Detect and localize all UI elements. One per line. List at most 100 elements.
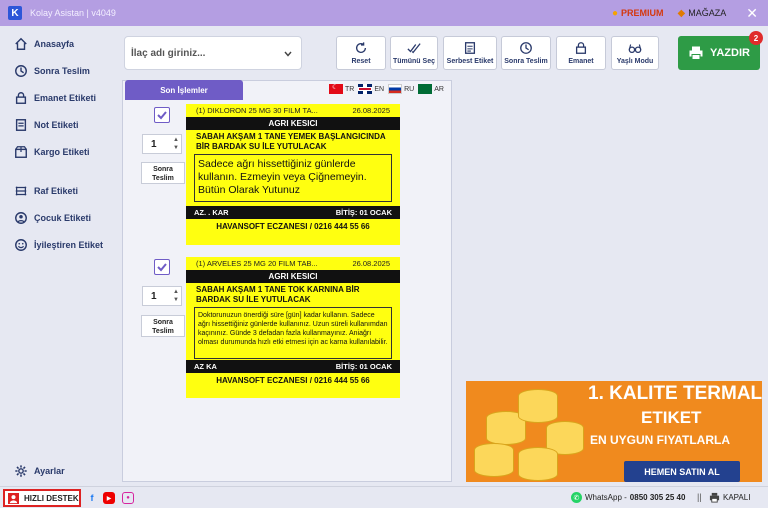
- sidebar-item-cocuk-etiketi[interactable]: Çocuk Etiketi: [14, 211, 91, 225]
- lock-icon: [575, 42, 587, 54]
- label-1-drug-name: (1) DIKLORON 25 MG 30 FILM TA...: [196, 106, 318, 115]
- printer-icon: [709, 492, 720, 503]
- ad-tagline: EN UYGUN FIYATLARLA: [590, 433, 731, 447]
- drug-search-select[interactable]: İlaç adı giriniz...: [124, 36, 302, 70]
- deliver-later-button[interactable]: Sonra Teslim: [501, 36, 551, 70]
- emanet-button[interactable]: Emanet: [556, 36, 606, 70]
- language-switcher: TR EN RU AR: [329, 83, 448, 94]
- reset-button[interactable]: Reset: [336, 36, 386, 70]
- label-1-foot-left: AZ. . KAR: [194, 208, 229, 217]
- instagram-icon[interactable]: ●: [122, 492, 134, 504]
- label-2-drug-name: (1) ARVELES 25 MG 20 FILM TAB...: [196, 259, 318, 268]
- home-icon: [14, 37, 28, 51]
- label-1-pharmacy: HAVANSOFT ECZANESI / 0216 444 55 66: [216, 221, 370, 231]
- store-icon: ◆: [677, 7, 686, 19]
- label-1[interactable]: (1) DIKLORON 25 MG 30 FILM TA... 26.08.2…: [186, 104, 400, 245]
- label-2-checkbox[interactable]: [154, 259, 170, 275]
- label-1-checkbox[interactable]: [154, 107, 170, 123]
- print-count-badge: 2: [749, 31, 763, 45]
- label-1-usage: SABAH AKŞAM 1 TANE YEMEK BAŞLANGICINDA B…: [196, 132, 386, 151]
- stepper-arrows-icon[interactable]: ▲ ▼: [173, 136, 179, 152]
- label-2-note: Doktorunuzun önerdiği süre [gün] kadar k…: [194, 307, 392, 359]
- print-button[interactable]: YAZDIR: [678, 36, 760, 70]
- quick-support-button[interactable]: HIZLI DESTEK: [3, 489, 81, 507]
- label-2-usage: SABAH AKŞAM 1 TANE TOK KARNINA BİR BARDA…: [196, 285, 360, 304]
- child-icon: [14, 211, 28, 225]
- app-title: Kolay Asistan | v4049: [30, 8, 116, 18]
- stepper-arrows-icon[interactable]: ▲ ▼: [173, 288, 179, 304]
- clock-icon: [520, 42, 532, 54]
- elderly-mode-button[interactable]: Yaşlı Modu: [611, 36, 659, 70]
- drug-search-placeholder: İlaç adı giriniz...: [131, 47, 206, 59]
- lang-tr[interactable]: TR: [329, 83, 354, 94]
- check-all-icon: [407, 43, 421, 54]
- lang-ru[interactable]: RU: [388, 84, 414, 94]
- thermal-label-ad[interactable]: 1. KALITE TERMAL ETIKET EN UYGUN FIYATLA…: [466, 381, 762, 482]
- lock-icon: [14, 91, 28, 105]
- lang-en[interactable]: EN: [358, 84, 384, 94]
- sidebar-item-kargo-etiketi[interactable]: Kargo Etiketi: [14, 145, 90, 159]
- label-2-pharmacy: HAVANSOFT ECZANESI / 0216 444 55 66: [216, 375, 370, 385]
- store-link[interactable]: ◆ MAĞAZA: [678, 8, 727, 19]
- label-2-date: 26.08.2025: [352, 259, 390, 268]
- label-1-expiry: BİTİŞ: 01 OCAK: [335, 208, 392, 217]
- lang-ar[interactable]: AR: [418, 84, 444, 94]
- close-icon[interactable]: ✕: [746, 5, 758, 22]
- label-2-sonra-teslim-button[interactable]: Sonra Teslim: [141, 315, 185, 337]
- support-icon: [8, 492, 19, 504]
- smile-icon: [14, 238, 28, 252]
- check-icon: [157, 111, 167, 120]
- label-1-quantity-stepper[interactable]: 1 ▲ ▼: [142, 134, 182, 154]
- clock-icon: [14, 64, 28, 78]
- sidebar-item-anasayfa[interactable]: Anasayfa: [14, 37, 74, 51]
- gear-icon: [14, 464, 28, 478]
- label-1-sonra-teslim-button[interactable]: Sonra Teslim: [141, 162, 185, 184]
- youtube-icon[interactable]: ▶: [103, 492, 115, 504]
- whatsapp-icon: ✆: [571, 492, 582, 503]
- check-icon: [157, 263, 167, 272]
- sidebar-item-emanet-etiketi[interactable]: Emanet Etiketi: [14, 91, 96, 105]
- label-roll-icon: [474, 443, 514, 477]
- sidebar: Anasayfa Sonra Teslim Emanet Etiketi Not…: [0, 26, 118, 484]
- tab-son-islemler[interactable]: Son İşlemler: [125, 80, 243, 100]
- label-2-quantity-stepper[interactable]: 1 ▲ ▼: [142, 286, 182, 306]
- status-bar: HIZLI DESTEK f ▶ ● ✆ WhatsApp - 0850 305…: [0, 486, 768, 508]
- label-2-expiry: BİTİŞ: 01 OCAK: [335, 362, 392, 371]
- ad-headline: 1. KALITE TERMAL: [588, 383, 762, 404]
- sidebar-item-not-etiketi[interactable]: Not Etiketi: [14, 118, 79, 132]
- label-2[interactable]: (1) ARVELES 25 MG 20 FILM TAB... 26.08.2…: [186, 257, 400, 398]
- flag-tr-icon: [329, 83, 343, 94]
- label-1-note: Sadece ağrı hissettiğiniz günlerde kulla…: [194, 154, 392, 202]
- label-1-category: AGRI KESICI: [186, 117, 400, 130]
- free-label-button[interactable]: Serbest Etiket: [443, 36, 497, 70]
- label-2-category: AGRI KESICI: [186, 270, 400, 283]
- sidebar-item-sonra-teslim[interactable]: Sonra Teslim: [14, 64, 90, 78]
- label-1-date: 26.08.2025: [352, 106, 390, 115]
- label-roll-icon: [518, 447, 558, 481]
- select-all-button[interactable]: Tümünü Seç: [390, 36, 438, 70]
- cargo-icon: [14, 145, 28, 159]
- premium-icon: ●: [612, 7, 619, 19]
- label-roll-icon: [518, 389, 558, 423]
- shelf-icon: [14, 184, 28, 198]
- note-icon: [14, 118, 28, 132]
- flag-ru-icon: [388, 84, 403, 94]
- document-icon: [464, 42, 476, 54]
- printer-icon: [689, 46, 703, 60]
- label-2-foot-left: AZ KA: [194, 362, 217, 371]
- ad-buy-button[interactable]: HEMEN SATIN AL: [624, 461, 740, 482]
- sidebar-item-iyilestiren-etiket[interactable]: İyileştiren Etiket: [14, 238, 103, 252]
- title-bar: K Kolay Asistan | v4049 ● PREMIUM ◆ MAĞA…: [0, 0, 768, 26]
- ad-subheadline: ETIKET: [641, 408, 702, 427]
- app-logo: K: [8, 6, 22, 20]
- refresh-icon: [355, 42, 367, 54]
- sidebar-item-raf-etiketi[interactable]: Raf Etiketi: [14, 184, 78, 198]
- printer-status[interactable]: KAPALI: [709, 492, 750, 503]
- flag-ar-icon: [418, 84, 433, 94]
- sidebar-item-ayarlar[interactable]: Ayarlar: [14, 464, 65, 478]
- whatsapp-contact[interactable]: ✆ WhatsApp - 0850 305 25 40: [571, 492, 685, 503]
- premium-link[interactable]: ● PREMIUM: [612, 8, 664, 19]
- flag-en-icon: [358, 84, 373, 94]
- facebook-icon[interactable]: f: [86, 492, 98, 504]
- glasses-icon: [628, 44, 642, 54]
